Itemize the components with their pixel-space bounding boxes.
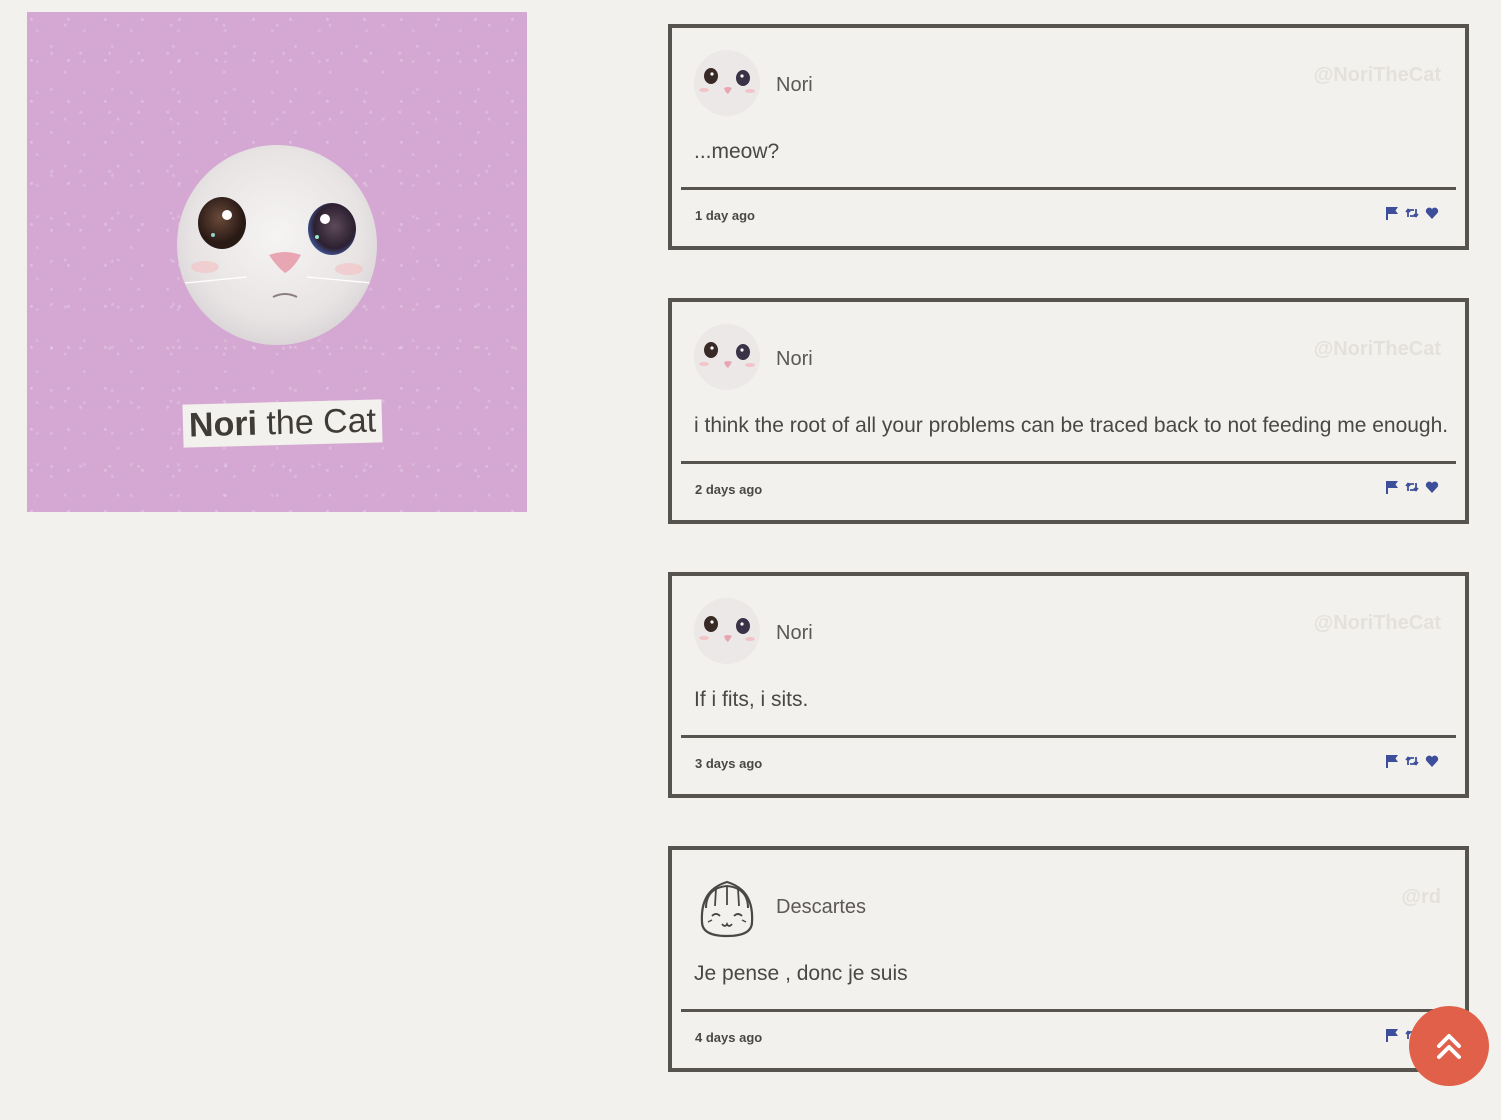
post-card: Nori @NoriTheCat ...meow? 1 day ago [668,24,1469,250]
retweet-icon[interactable] [1405,754,1419,768]
post-actions [1385,754,1439,768]
profile-name-rest: the Cat [265,401,377,443]
flag-icon[interactable] [1385,206,1399,220]
flag-icon[interactable] [1385,754,1399,768]
post-author-handle[interactable]: @rd [1401,886,1441,909]
post-card: Nori @NoriTheCat If i fits, i sits. 3 da… [668,572,1469,798]
double-chevron-up-icon [1437,1034,1461,1059]
post-divider [681,1009,1456,1012]
post-divider [681,187,1456,190]
post-actions [1385,480,1439,494]
cat-avatar[interactable] [694,598,760,664]
cat-avatar[interactable] [694,324,760,390]
post-feed: Nori @NoriTheCat ...meow? 1 day ago Nori… [668,24,1469,1120]
flag-icon[interactable] [1385,1028,1399,1042]
cat-face-photo [177,145,377,345]
post-author-name[interactable]: Descartes [776,896,866,919]
retweet-icon[interactable] [1405,480,1419,494]
post-author-handle[interactable]: @NoriTheCat [1314,338,1441,361]
cat-avatar-image [694,324,760,390]
post-card: Descartes @rd Je pense , donc je suis 4 … [668,846,1469,1072]
post-timestamp: 4 days ago [695,1030,763,1045]
profile-card: Nori the Cat [27,12,527,512]
heart-icon[interactable] [1425,754,1439,768]
scroll-to-top-button[interactable] [1409,1006,1489,1086]
post-actions [1385,206,1439,220]
post-divider [681,735,1456,738]
heart-icon[interactable] [1425,206,1439,220]
post-author-handle[interactable]: @NoriTheCat [1314,612,1441,635]
cat-avatar-image [694,50,760,116]
post-timestamp: 2 days ago [695,482,763,497]
cat-avatar-image [694,598,760,664]
heart-icon[interactable] [1425,480,1439,494]
post-author-name[interactable]: Nori [776,74,813,97]
post-author-name[interactable]: Nori [776,622,813,645]
post-author-handle[interactable]: @NoriTheCat [1314,64,1441,87]
retweet-icon[interactable] [1405,206,1419,220]
profile-first-name: Nori [188,404,258,445]
post-timestamp: 1 day ago [695,208,755,223]
post-timestamp: 3 days ago [695,756,763,771]
post-card: Nori @NoriTheCat i think the root of all… [668,298,1469,524]
post-text: If i fits, i sits. [694,688,809,711]
line-art-face-avatar-image [700,880,754,938]
post-text: i think the root of all your problems ca… [694,414,1449,437]
line-art-face-avatar[interactable] [694,872,760,938]
post-text: ...meow? [694,140,780,163]
post-text: Je pense , donc je suis [694,962,908,985]
post-author-name[interactable]: Nori [776,348,813,371]
flag-icon[interactable] [1385,480,1399,494]
post-divider [681,461,1456,464]
cat-avatar[interactable] [694,50,760,116]
profile-name-label: Nori the Cat [182,399,383,448]
